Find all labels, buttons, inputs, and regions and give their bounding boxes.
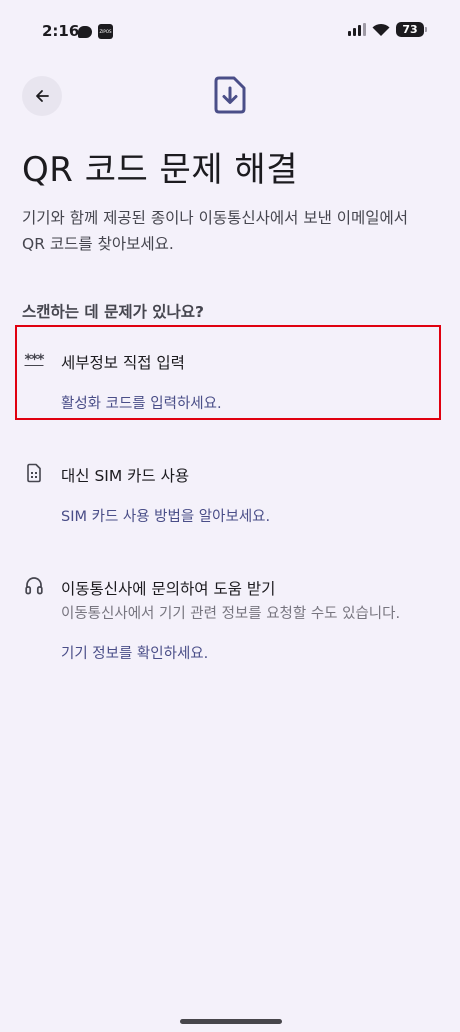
page-description: 기기와 함께 제공된 종이나 이동통신사에서 보낸 이메일에서 QR 코드를 찾… [22, 209, 409, 253]
battery-icon: 73 [396, 22, 427, 37]
learn-sim-card-link[interactable]: SIM 카드 사용 방법을 알아보세요. [61, 505, 270, 526]
back-button[interactable] [22, 76, 62, 116]
check-device-info-link[interactable]: 기기 정보를 확인하세요. [61, 642, 208, 663]
page-title: QR 코드 문제 해결 [22, 150, 298, 190]
status-right-icons: 73 [348, 22, 427, 37]
highlight-box [15, 325, 441, 420]
home-indicator[interactable] [180, 1019, 282, 1024]
option-use-sim-card[interactable]: 대신 SIM 카드 사용 SIM 카드 사용 방법을 알아보세요. [22, 461, 438, 531]
arrow-back-icon [36, 90, 49, 102]
status-bar: 2:16 ZIPOS 73 [0, 0, 460, 64]
app-notification-icon: ZIPOS [98, 24, 113, 39]
option-subtitle: 이동통신사에서 기기 관련 정보를 요청할 수도 있습니다. [61, 606, 401, 622]
headset-icon [22, 574, 46, 598]
sim-card-icon [22, 461, 46, 485]
section-heading: 스캔하는 데 문제가 있나요? [22, 303, 205, 321]
status-time: 2:16 [42, 22, 80, 40]
signal-icon [348, 23, 366, 36]
sim-download-icon [214, 76, 246, 114]
option-contact-carrier[interactable]: 이동통신사에 문의하여 도움 받기 이동통신사에서 기기 관련 정보를 요청할 … [22, 574, 438, 664]
chat-bubble-icon [78, 25, 92, 38]
notification-icons: ZIPOS [78, 24, 113, 39]
option-title: 대신 SIM 카드 사용 [61, 467, 190, 485]
option-title: 이동통신사에 문의하여 도움 받기 [61, 580, 276, 598]
wifi-icon [372, 23, 390, 36]
